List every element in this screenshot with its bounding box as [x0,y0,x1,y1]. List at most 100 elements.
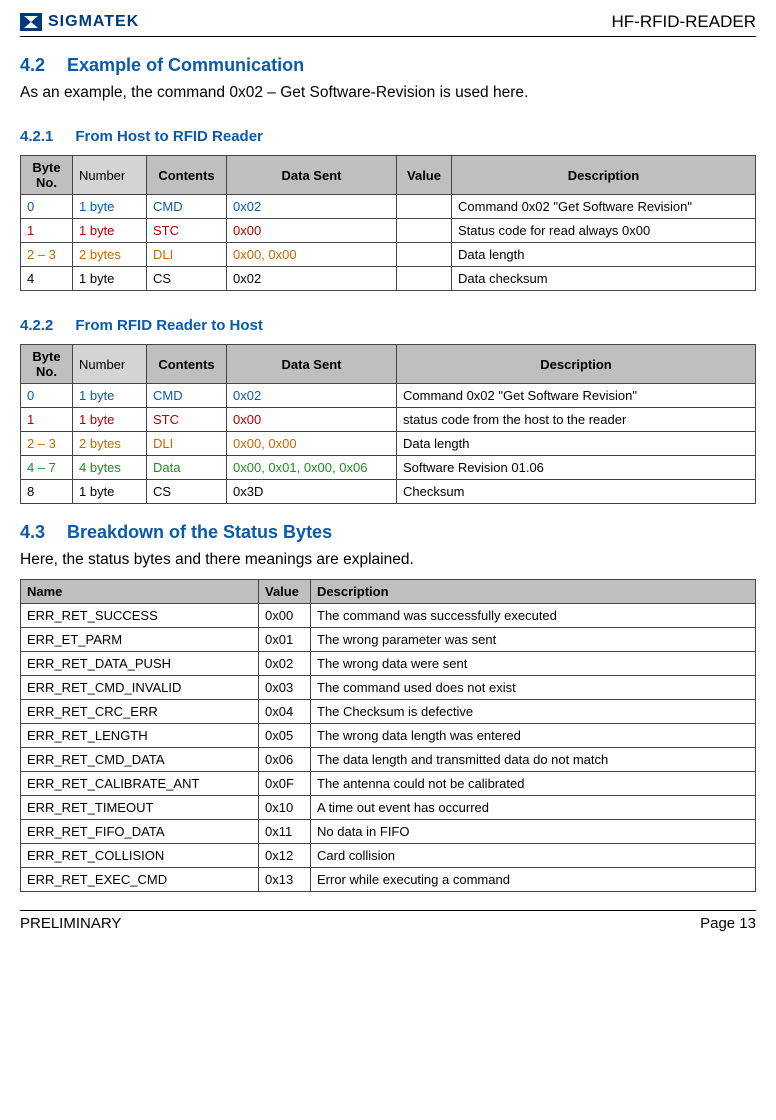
cell: ERR_RET_CRC_ERR [21,700,259,724]
table-row: 2 – 3 2 bytes DLI 0x00, 0x00 Data length [21,432,756,456]
cell: 0x02 [227,195,397,219]
col-number: Number [73,345,147,384]
cell: ERR_RET_CMD_INVALID [21,676,259,700]
cell: 4 [21,267,73,291]
cell: 1 [21,408,73,432]
cell: 0x3D [227,480,397,504]
col-value: Value [259,580,311,604]
table-row: ERR_ET_PARM0x01The wrong parameter was s… [21,628,756,652]
col-description: Description [397,345,756,384]
cell [397,195,452,219]
cell: The command used does not exist [311,676,756,700]
table-row: ERR_RET_LENGTH0x05The wrong data length … [21,724,756,748]
heading-4-2: 4.2Example of Communication [20,55,756,76]
cell: The wrong data length was entered [311,724,756,748]
cell: The antenna could not be calibrated [311,772,756,796]
table-status-bytes: Name Value Description ERR_RET_SUCCESS0x… [20,579,756,892]
heading-number: 4.2.2 [20,317,53,334]
cell: 0x00, 0x00 [227,243,397,267]
col-description: Description [452,156,756,195]
table-row: ERR_RET_DATA_PUSH0x02The wrong data were… [21,652,756,676]
table-row: 4 – 7 4 bytes Data 0x00, 0x01, 0x00, 0x0… [21,456,756,480]
col-value: Value [397,156,452,195]
cell: ERR_RET_DATA_PUSH [21,652,259,676]
cell: The wrong data were sent [311,652,756,676]
cell: ERR_RET_CALIBRATE_ANT [21,772,259,796]
cell: 0x00 [227,219,397,243]
cell: Error while executing a command [311,868,756,892]
cell: 0x00, 0x00 [227,432,397,456]
col-contents: Contents [147,156,227,195]
cell: 0 [21,384,73,408]
table-host-to-reader: Byte No. Number Contents Data Sent Value… [20,155,756,291]
cell: CS [147,267,227,291]
table-header-row: Byte No. Number Contents Data Sent Value… [21,156,756,195]
cell: 0x12 [259,844,311,868]
cell: STC [147,219,227,243]
cell: 2 – 3 [21,243,73,267]
cell: The wrong parameter was sent [311,628,756,652]
cell: Card collision [311,844,756,868]
cell: The data length and transmitted data do … [311,748,756,772]
cell: ERR_ET_PARM [21,628,259,652]
table-row: 4 1 byte CS 0x02 Data checksum [21,267,756,291]
table-row: ERR_RET_TIMEOUT0x10A time out event has … [21,796,756,820]
cell: 1 byte [73,408,147,432]
cell: 0x00 [227,408,397,432]
cell: 1 byte [73,384,147,408]
heading-4-2-1: 4.2.1From Host to RFID Reader [20,128,756,145]
sigma-icon [20,13,42,31]
table-row: 0 1 byte CMD 0x02 Command 0x02 "Get Soft… [21,195,756,219]
table-row: 2 – 3 2 bytes DLI 0x00, 0x00 Data length [21,243,756,267]
heading-number: 4.3 [20,522,45,542]
cell: Data [147,456,227,480]
brand-logo: SIGMATEK [20,13,139,31]
cell: Data length [397,432,756,456]
table-row: 8 1 byte CS 0x3D Checksum [21,480,756,504]
table-row: 0 1 byte CMD 0x02 Command 0x02 "Get Soft… [21,384,756,408]
col-byteno: Byte No. [21,156,73,195]
cell: No data in FIFO [311,820,756,844]
cell: 0x04 [259,700,311,724]
cell: Data length [452,243,756,267]
paragraph-4-2: As an example, the command 0x02 – Get So… [20,84,756,102]
col-datasent: Data Sent [227,156,397,195]
cell: Status code for read always 0x00 [452,219,756,243]
cell [397,219,452,243]
cell: Data checksum [452,267,756,291]
paragraph-4-3: Here, the status bytes and there meaning… [20,551,756,569]
cell: 2 bytes [73,243,147,267]
cell: 8 [21,480,73,504]
cell: 1 byte [73,267,147,291]
cell: CS [147,480,227,504]
cell: ERR_RET_FIFO_DATA [21,820,259,844]
cell: DLI [147,243,227,267]
table-row: 1 1 byte STC 0x00 status code from the h… [21,408,756,432]
col-description: Description [311,580,756,604]
cell: Command 0x02 "Get Software Revision" [397,384,756,408]
table-row: ERR_RET_CMD_INVALID0x03The command used … [21,676,756,700]
cell: 0x03 [259,676,311,700]
heading-text: Example of Communication [67,55,304,75]
cell: 0x10 [259,796,311,820]
cell: CMD [147,384,227,408]
table-row: 1 1 byte STC 0x00 Status code for read a… [21,219,756,243]
cell: Command 0x02 "Get Software Revision" [452,195,756,219]
col-number: Number [73,156,147,195]
col-name: Name [21,580,259,604]
cell: 0x01 [259,628,311,652]
cell: ERR_RET_SUCCESS [21,604,259,628]
cell: 0x13 [259,868,311,892]
cell: 2 – 3 [21,432,73,456]
cell: CMD [147,195,227,219]
cell: 4 bytes [73,456,147,480]
table-header-row: Name Value Description [21,580,756,604]
cell: 0x0F [259,772,311,796]
cell: 1 byte [73,219,147,243]
brand-text: SIGMATEK [48,13,139,31]
col-byteno: Byte No. [21,345,73,384]
heading-text: From RFID Reader to Host [75,317,263,334]
cell: 0 [21,195,73,219]
table-row: ERR_RET_SUCCESS0x00The command was succe… [21,604,756,628]
cell: ERR_RET_LENGTH [21,724,259,748]
